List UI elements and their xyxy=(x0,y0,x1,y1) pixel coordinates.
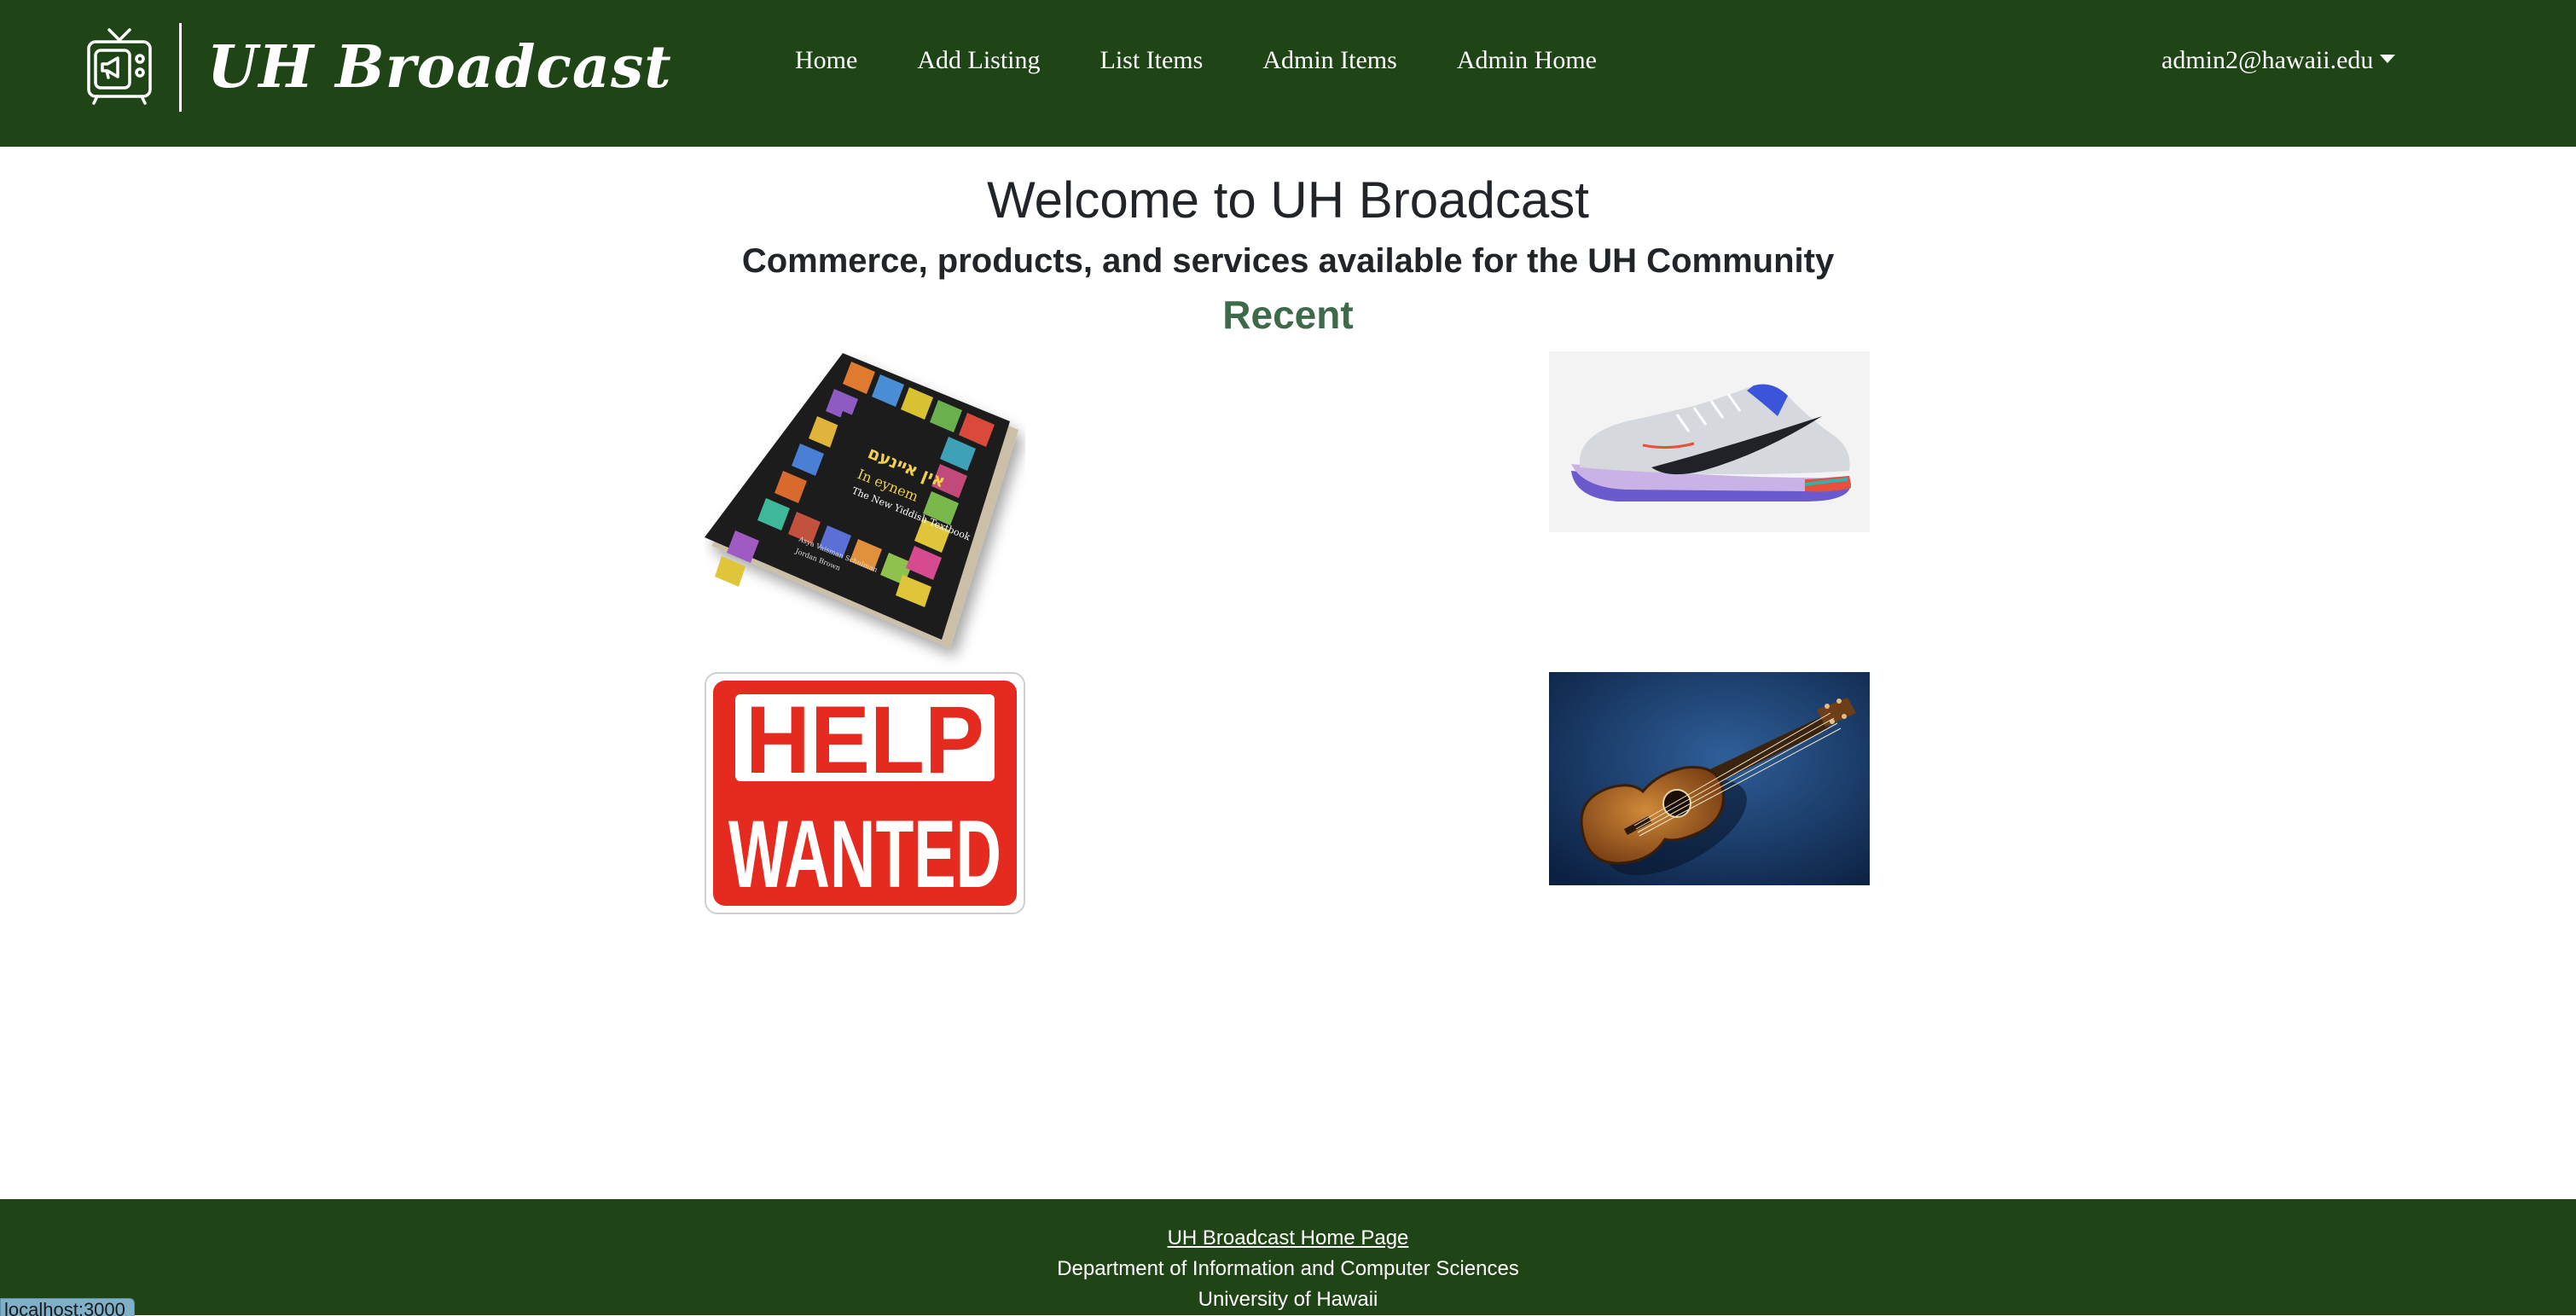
top-navbar: UH Broadcast Home Add Listing List Items… xyxy=(0,0,2576,147)
user-dropdown[interactable]: admin2@hawaii.edu xyxy=(2161,46,2396,75)
main-content: Welcome to UH Broadcast Commerce, produc… xyxy=(0,147,2576,1199)
nav-links: Home Add Listing List Items Admin Items … xyxy=(795,46,1656,75)
brand-title[interactable]: UH Broadcast xyxy=(207,33,672,101)
footer-university: University of Hawaii xyxy=(1198,1288,1378,1311)
page-footer: UH Broadcast Home Page Department of Inf… xyxy=(0,1199,2576,1315)
recent-item-textbook[interactable]: אין אײנעם In eynem The New Yiddish Textb… xyxy=(705,351,1025,667)
user-email: admin2@hawaii.edu xyxy=(2161,46,2374,74)
footer-home-link[interactable]: UH Broadcast Home Page xyxy=(0,1223,2576,1254)
nav-home[interactable]: Home xyxy=(795,46,857,75)
recent-item-sneaker[interactable] xyxy=(1549,351,1870,532)
sign-line-help: HELP xyxy=(746,687,984,793)
nav-admin-items[interactable]: Admin Items xyxy=(1262,46,1397,75)
tv-megaphone-icon xyxy=(87,28,152,105)
nav-add-listing[interactable]: Add Listing xyxy=(917,46,1040,75)
recent-item-ukulele[interactable] xyxy=(1549,672,1870,885)
sign-line-wanted: WANTED xyxy=(728,801,1001,907)
recent-heading: Recent xyxy=(1222,293,1354,337)
recent-item-help-wanted[interactable]: HELP WANTED xyxy=(705,672,1025,914)
ukulele-image xyxy=(1549,672,1870,885)
status-bar-url: localhost:3000 xyxy=(0,1298,135,1316)
nav-list-items[interactable]: List Items xyxy=(1100,46,1204,75)
nav-admin-home[interactable]: Admin Home xyxy=(1457,46,1597,75)
brand-divider xyxy=(179,23,182,112)
footer-department: Department of Information and Computer S… xyxy=(1057,1257,1519,1280)
brand-logo[interactable]: UH Broadcast xyxy=(85,22,672,113)
textbook-image: אין אײנעם In eynem The New Yiddish Textb… xyxy=(705,353,1018,648)
help-wanted-sign-image: HELP WANTED xyxy=(705,672,1025,914)
page-title: Welcome to UH Broadcast xyxy=(987,171,1589,229)
sneaker-image xyxy=(1549,351,1870,532)
page-subtitle: Commerce, products, and services availab… xyxy=(741,242,1835,280)
caret-down-icon xyxy=(2380,55,2396,63)
